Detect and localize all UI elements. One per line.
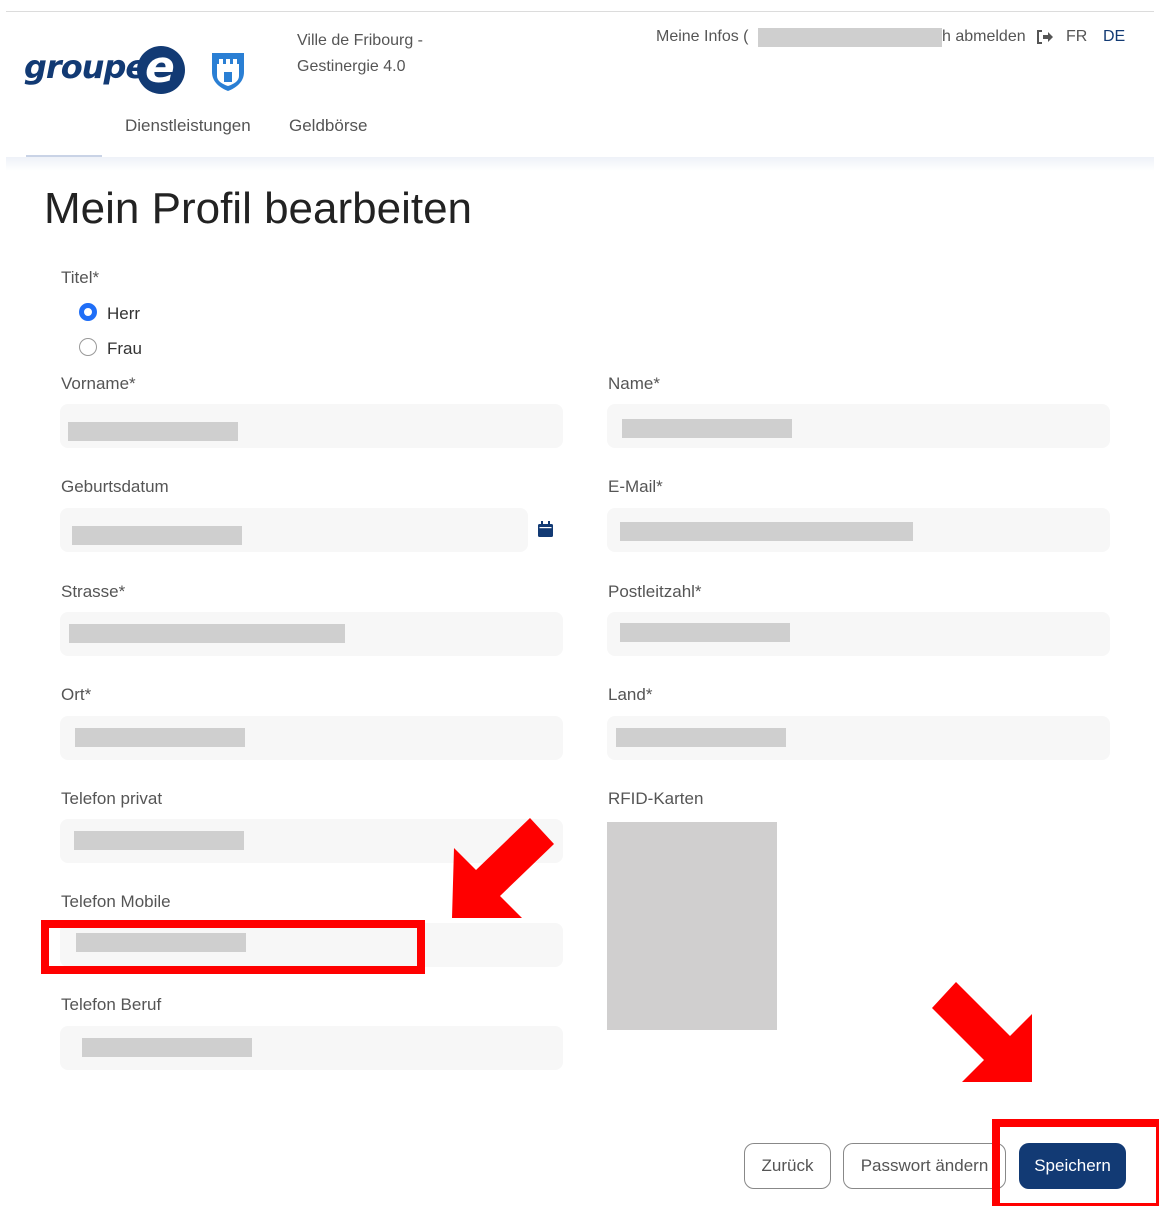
meine-infos-link[interactable]: Meine Infos (	[656, 28, 748, 46]
email-label: E-Mail*	[608, 477, 663, 496]
site-title-line1: Ville de Fribourg -	[297, 32, 423, 49]
plz-label: Postleitzahl*	[608, 582, 702, 601]
nav-geldboerse[interactable]: Geldbörse	[289, 116, 367, 136]
redacted-geburtsdatum	[72, 526, 242, 545]
redacted-user-info	[758, 28, 942, 47]
header-shadow	[6, 157, 1154, 171]
back-button[interactable]: Zurück	[744, 1143, 831, 1189]
site-title-line2: Gestinergie 4.0	[297, 58, 406, 75]
language-fr[interactable]: FR	[1066, 28, 1087, 46]
titel-label: Titel*	[61, 268, 100, 287]
radio-frau-label[interactable]: Frau	[107, 339, 142, 359]
logout-icon[interactable]	[1036, 29, 1054, 45]
groupe-e-logo-text[interactable]: groupe	[24, 48, 147, 86]
land-label: Land*	[608, 685, 653, 704]
radio-frau[interactable]	[79, 338, 97, 356]
page-title: Mein Profil bearbeiten	[44, 184, 473, 233]
tel-privat-label: Telefon privat	[61, 789, 163, 808]
annotation-arrow-mobile	[452, 818, 554, 918]
vorname-label: Vorname*	[61, 374, 136, 393]
tel-beruf-label: Telefon Beruf	[61, 995, 162, 1014]
redacted-plz	[620, 623, 790, 642]
annotation-arrow-save	[932, 982, 1032, 1082]
redacted-strasse	[69, 624, 345, 643]
redacted-tel-privat	[74, 831, 244, 850]
redacted-land	[616, 728, 786, 747]
change-password-button[interactable]: Passwort ändern	[843, 1143, 1006, 1189]
name-label: Name*	[608, 374, 660, 393]
strasse-label: Strasse*	[61, 582, 126, 601]
redacted-tel-beruf	[82, 1038, 252, 1057]
annotation-highlight-save	[992, 1119, 1159, 1206]
calendar-icon[interactable]	[538, 521, 553, 537]
radio-herr-label[interactable]: Herr	[107, 304, 140, 324]
language-de[interactable]: DE	[1103, 28, 1125, 46]
fribourg-crest-icon	[212, 53, 244, 91]
ort-label: Ort*	[61, 685, 92, 704]
redacted-vorname	[68, 422, 238, 441]
geburtsdatum-label: Geburtsdatum	[61, 477, 169, 496]
nav-dienstleistungen[interactable]: Dienstleistungen	[125, 116, 251, 136]
redacted-ort	[75, 728, 245, 747]
redacted-email	[620, 522, 913, 541]
groupe-e-logo-icon[interactable]: e	[137, 42, 185, 94]
rfid-label: RFID-Karten	[608, 789, 704, 808]
logout-link[interactable]: h abmelden	[942, 28, 1026, 46]
redacted-name	[622, 419, 792, 438]
annotation-highlight-mobile	[41, 920, 425, 974]
tel-mobile-label: Telefon Mobile	[61, 892, 171, 911]
redacted-rfid-cards	[607, 822, 777, 1030]
top-divider	[6, 11, 1154, 12]
radio-herr[interactable]	[79, 303, 97, 321]
logo-letter: e	[145, 42, 175, 93]
site-title: Ville de Fribourg - Gestinergie 4.0	[297, 28, 497, 80]
